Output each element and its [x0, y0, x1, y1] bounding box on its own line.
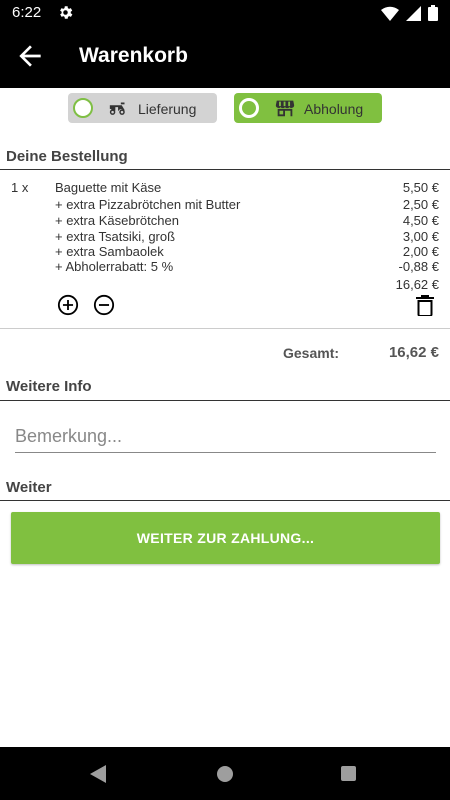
order-section-title: Deine Bestellung — [6, 148, 128, 165]
divider — [0, 169, 450, 170]
order-line-name: + extra Käsebrötchen — [55, 213, 179, 228]
total-value: 16,62 € — [388, 344, 439, 361]
battery-icon — [428, 5, 438, 21]
status-bar: 6:22 — [0, 0, 450, 26]
nav-back-icon[interactable] — [90, 765, 106, 783]
lieferung-toggle[interactable]: Lieferung — [68, 93, 217, 123]
item-total: 16,62 € — [395, 277, 439, 292]
gear-icon — [60, 6, 73, 19]
order-line-name: + Abholerrabatt: 5 % — [55, 259, 174, 274]
order-line-price: 4,50 € — [402, 213, 439, 228]
item-quantity: 1 x — [11, 180, 29, 195]
scooter-icon — [109, 102, 125, 115]
abholung-toggle[interactable]: Abholung — [234, 93, 382, 123]
lieferung-label: Lieferung — [138, 101, 197, 117]
remark-input[interactable] — [15, 421, 436, 453]
next-section-title: Weiter — [6, 479, 52, 496]
radio-unselected[interactable] — [73, 98, 93, 118]
order-line-name: + extra Sambaolek — [55, 244, 164, 259]
order-line-price: -0,88 € — [398, 259, 439, 274]
order-line-price: 5,50 € — [402, 180, 439, 195]
order-line-price: 2,00 € — [402, 244, 439, 259]
wifi-icon — [381, 6, 399, 21]
order-line-price: 2,50 € — [402, 197, 439, 212]
abholung-label: Abholung — [304, 101, 364, 117]
order-line-name: Baguette mit Käse — [55, 180, 162, 195]
nav-home-icon[interactable] — [217, 766, 233, 782]
nav-recents-icon[interactable] — [341, 766, 356, 781]
continue-to-payment-button[interactable]: WEITER ZUR ZAHLUNG... — [11, 512, 440, 564]
order-line-name: + extra Pizzabrötchen mit Butter — [55, 197, 241, 212]
status-icons — [381, 5, 438, 21]
status-time: 6:22 — [12, 4, 42, 21]
store-icon — [275, 100, 295, 117]
app-bar: Warenkorb — [0, 26, 450, 88]
plus-circle-icon[interactable] — [57, 294, 79, 316]
system-nav-bar — [0, 747, 450, 800]
page-title: Warenkorb — [79, 44, 188, 67]
order-line-name: + extra Tsatsiki, groß — [55, 229, 176, 244]
minus-circle-icon[interactable] — [93, 294, 115, 316]
divider — [0, 500, 450, 501]
divider — [0, 400, 450, 401]
back-arrow-icon[interactable] — [14, 40, 46, 72]
total-label: Gesamt: — [283, 345, 340, 361]
signal-icon — [406, 5, 421, 21]
info-section-title: Weitere Info — [6, 378, 92, 395]
divider — [0, 328, 450, 329]
trash-icon[interactable] — [415, 294, 435, 316]
order-line-price: 3,00 € — [402, 229, 439, 244]
radio-selected[interactable] — [239, 98, 259, 118]
